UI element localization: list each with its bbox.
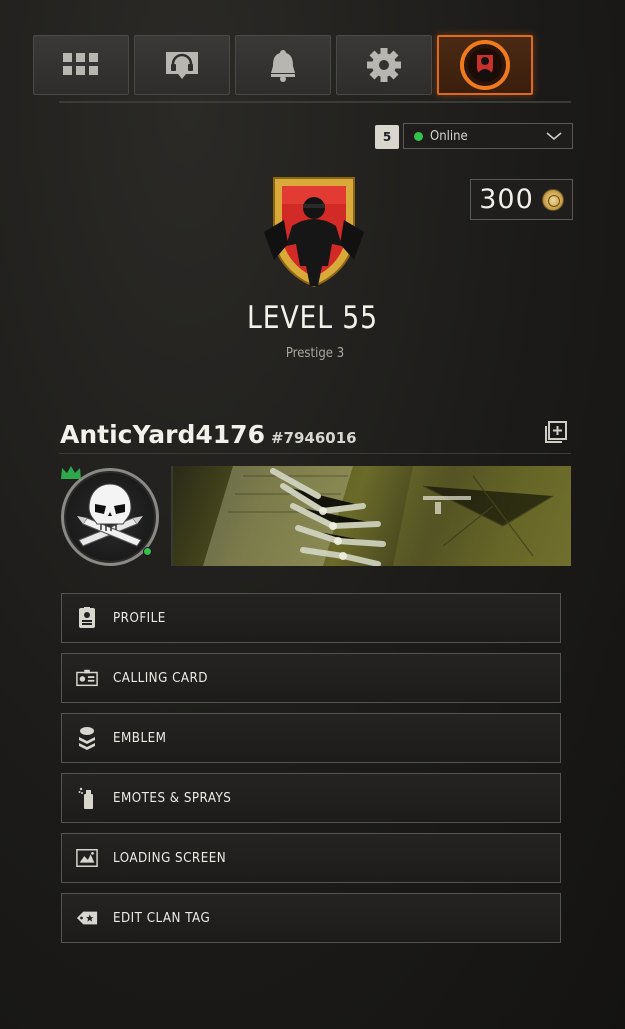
- prestige-rank: Prestige 3: [285, 346, 345, 361]
- calling-card-icon: [76, 667, 98, 689]
- grid-icon: [63, 53, 98, 75]
- menu-item-label: PROFILE: [113, 610, 166, 626]
- player-level: LEVEL 55: [247, 300, 378, 336]
- menu-item-calling-card[interactable]: CALLING CARD: [61, 653, 561, 703]
- crown-icon: [61, 466, 81, 479]
- spray-can-icon: [76, 787, 98, 809]
- copy-add-icon[interactable]: [545, 421, 567, 443]
- player-id-row: AnticYard4176 #7946016: [60, 420, 357, 449]
- skeleton-hand-calling-card: [203, 466, 571, 566]
- tab-grid[interactable]: [33, 35, 129, 95]
- gear-icon: [367, 48, 401, 82]
- profile-menu: PROFILE CALLING CARD EMBLEM EMOTES & SPR…: [61, 593, 561, 953]
- party-count-badge: 5: [375, 125, 399, 149]
- player-emblem-icon: [460, 40, 510, 90]
- skull-bullets-icon: [77, 483, 143, 547]
- cod-points-amount: 300: [479, 184, 534, 215]
- cod-points-display[interactable]: 300: [470, 179, 573, 220]
- tab-notifications[interactable]: [235, 35, 331, 95]
- online-status-dropdown[interactable]: Online: [403, 123, 573, 149]
- prestige-emblem: [262, 174, 366, 295]
- status-row: 5 Online: [375, 123, 573, 149]
- bell-icon: [271, 50, 295, 82]
- calling-card-banner[interactable]: [171, 466, 571, 566]
- headset-icon: [166, 52, 198, 79]
- cod-point-coin-icon: [541, 188, 564, 211]
- avatar-online-dot: [143, 547, 152, 556]
- menu-item-emotes-sprays[interactable]: EMOTES & SPRAYS: [61, 773, 561, 823]
- prestige-3-emblem-icon: [264, 177, 364, 288]
- loading-screen-icon: [76, 847, 98, 869]
- tab-social[interactable]: [134, 35, 230, 95]
- player-name: AnticYard4176: [60, 420, 265, 449]
- online-status-value: Online: [430, 128, 468, 144]
- menu-item-label: EMBLEM: [113, 730, 167, 746]
- menu-item-label: EDIT CLAN TAG: [113, 910, 211, 926]
- nav-divider: [59, 101, 571, 103]
- clan-tag-icon: [76, 907, 98, 929]
- menu-item-label: LOADING SCREEN: [113, 850, 227, 866]
- menu-item-edit-clan-tag[interactable]: EDIT CLAN TAG: [61, 893, 561, 943]
- chevron-down-icon: [546, 131, 562, 140]
- menu-item-loading-screen[interactable]: LOADING SCREEN: [61, 833, 561, 883]
- menu-item-profile[interactable]: PROFILE: [61, 593, 561, 643]
- menu-item-label: EMOTES & SPRAYS: [113, 790, 232, 806]
- tab-settings[interactable]: [336, 35, 432, 95]
- tab-player-profile[interactable]: [437, 35, 533, 95]
- menu-item-emblem[interactable]: EMBLEM: [61, 713, 561, 763]
- player-id-divider: [59, 453, 571, 454]
- player-tag: #7946016: [270, 429, 357, 447]
- menu-item-label: CALLING CARD: [113, 670, 208, 686]
- player-avatar[interactable]: [59, 464, 161, 566]
- online-status-dot: [414, 131, 423, 141]
- emblem-chevrons-icon: [76, 727, 98, 750]
- profile-card-icon: [76, 607, 98, 629]
- top-nav: [33, 35, 533, 95]
